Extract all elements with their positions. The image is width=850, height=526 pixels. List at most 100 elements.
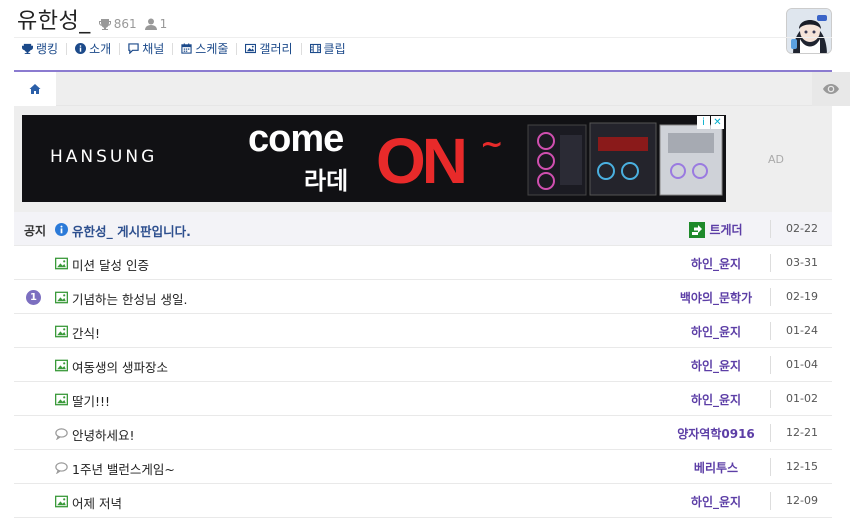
post-author-name: 양자역학0916 bbox=[677, 427, 755, 441]
ad-headline-radi: 라데 bbox=[304, 168, 349, 195]
ad-close-icon[interactable]: ✕ bbox=[711, 116, 724, 129]
menu-ranking[interactable]: 랭킹 bbox=[22, 41, 68, 56]
menu-about[interactable]: 소개 bbox=[75, 41, 121, 56]
ad-container: HANSUNG come 라데 ON ~ i ✕ AD bbox=[14, 106, 832, 212]
twitch-exit-icon bbox=[689, 221, 706, 238]
post-date: 02-22 bbox=[786, 222, 818, 235]
post-author-name: 하인_윤지 bbox=[690, 393, 742, 407]
post-author[interactable]: 하인_윤지 bbox=[654, 255, 778, 272]
post-title[interactable]: 기념하는 한성님 생일. bbox=[72, 289, 187, 308]
column-divider bbox=[770, 458, 771, 476]
ad-headline-come: come bbox=[248, 118, 344, 160]
post-author-name: 트게더 bbox=[709, 223, 743, 237]
eye-icon bbox=[823, 84, 839, 94]
calendar-icon bbox=[181, 43, 192, 54]
trophy-stat: 861 bbox=[98, 17, 137, 36]
post-author[interactable]: 하인_윤지 bbox=[654, 323, 778, 340]
post-author[interactable]: 하인_윤지 bbox=[654, 493, 778, 510]
post-title[interactable]: 유한성_ 게시판입니다. bbox=[72, 221, 191, 240]
user-stat: 1 bbox=[144, 17, 168, 36]
post-row[interactable]: 안녕하세요! 양자역학0916 12-21 bbox=[14, 416, 832, 450]
post-list: 공지 유한성_ 게시판입니다. 트게더 02-22 미션 달성 인증 하인_윤지… bbox=[14, 212, 832, 518]
post-row[interactable]: 1주년 밸런스게임~ 베리투스 12-15 bbox=[14, 450, 832, 484]
image-icon bbox=[54, 325, 68, 337]
post-date: 02-19 bbox=[786, 290, 818, 303]
post-row[interactable]: 간식! 하인_윤지 01-24 bbox=[14, 314, 832, 348]
chat-icon bbox=[54, 461, 68, 474]
post-date: 12-15 bbox=[786, 460, 818, 473]
channel-title[interactable]: 유한성_ bbox=[17, 8, 91, 36]
chat-icon bbox=[128, 43, 139, 54]
post-date: 01-04 bbox=[786, 358, 818, 371]
ad-brand: HANSUNG bbox=[50, 147, 158, 167]
post-author[interactable]: 트게더 bbox=[654, 221, 778, 238]
post-date: 12-09 bbox=[786, 494, 818, 507]
user-count: 1 bbox=[159, 17, 168, 31]
channel-header: 유한성_ 861 1 랭킹 소개 채널 스케줄 갤러리 클립 bbox=[0, 0, 850, 72]
post-author[interactable]: 백야의_문학가 bbox=[654, 289, 778, 306]
post-author[interactable]: 하인_윤지 bbox=[654, 391, 778, 408]
title-row: 유한성_ 861 1 bbox=[17, 8, 167, 36]
home-tab[interactable] bbox=[14, 72, 56, 106]
notice-badge: 공지 bbox=[24, 224, 47, 238]
post-type-icon bbox=[54, 324, 68, 338]
ad-banner[interactable]: HANSUNG come 라데 ON ~ i ✕ bbox=[22, 115, 726, 202]
post-title[interactable]: 딸기!!! bbox=[72, 391, 110, 410]
column-divider bbox=[770, 492, 771, 510]
post-row[interactable]: 1 기념하는 한성님 생일. 백야의_문학가 02-19 bbox=[14, 280, 832, 314]
post-title[interactable]: 1주년 밸런스게임~ bbox=[72, 459, 175, 478]
menu-ranking-label: 랭킹 bbox=[36, 41, 59, 56]
post-row[interactable]: 공지 유한성_ 게시판입니다. 트게더 02-22 bbox=[14, 212, 832, 246]
ad-info-icon[interactable]: i bbox=[697, 116, 710, 129]
ad-label: AD bbox=[768, 153, 784, 166]
post-row[interactable]: 어제 저녁 하인_윤지 12-09 bbox=[14, 484, 832, 518]
post-date: 01-24 bbox=[786, 324, 818, 337]
column-divider bbox=[770, 424, 771, 442]
image-icon bbox=[54, 257, 68, 269]
trophy-icon bbox=[22, 43, 33, 54]
column-divider bbox=[770, 356, 771, 374]
post-title[interactable]: 안녕하세요! bbox=[72, 425, 135, 444]
post-author-name: 백야의_문학가 bbox=[679, 291, 753, 305]
image-icon bbox=[54, 291, 68, 303]
post-title[interactable]: 어제 저녁 bbox=[72, 493, 122, 512]
post-title[interactable]: 미션 달성 인증 bbox=[72, 255, 149, 274]
post-type-icon bbox=[54, 358, 68, 372]
post-type-icon bbox=[54, 222, 68, 236]
menu-channel[interactable]: 채널 bbox=[128, 42, 174, 55]
ad-product-image bbox=[527, 122, 723, 196]
post-title[interactable]: 간식! bbox=[72, 323, 100, 342]
ad-info-controls: i ✕ bbox=[697, 116, 724, 129]
post-row[interactable]: 딸기!!! 하인_윤지 01-02 bbox=[14, 382, 832, 416]
post-row[interactable]: 미션 달성 인증 하인_윤지 03-31 bbox=[14, 246, 832, 280]
post-author[interactable]: 양자역학0916 bbox=[654, 425, 778, 442]
post-author-name: 하인_윤지 bbox=[690, 359, 742, 373]
menu-schedule[interactable]: 스케줄 bbox=[181, 41, 238, 56]
info-icon bbox=[54, 222, 68, 236]
image-icon bbox=[54, 495, 68, 507]
post-type-icon bbox=[54, 494, 68, 508]
post-author-name: 하인_윤지 bbox=[690, 325, 742, 339]
menu-clip[interactable]: 클립 bbox=[309, 43, 354, 55]
post-title[interactable]: 여동생의 생파장소 bbox=[72, 357, 168, 376]
view-toggle[interactable] bbox=[812, 72, 850, 106]
trophy-icon bbox=[98, 19, 111, 30]
film-icon bbox=[309, 43, 321, 54]
column-divider bbox=[770, 322, 771, 340]
column-divider bbox=[770, 288, 771, 306]
post-date: 03-31 bbox=[786, 256, 818, 269]
post-type-icon bbox=[54, 256, 68, 270]
ad-headline-on: ON bbox=[376, 125, 468, 197]
post-author[interactable]: 하인_윤지 bbox=[654, 357, 778, 374]
post-author[interactable]: 베리투스 bbox=[654, 459, 778, 476]
menu-schedule-label: 스케줄 bbox=[195, 41, 229, 56]
menu-about-label: 소개 bbox=[89, 41, 112, 56]
board-tabbar bbox=[14, 72, 850, 106]
channel-menu: 랭킹 소개 채널 스케줄 갤러리 클립 bbox=[14, 37, 832, 59]
post-row[interactable]: 여동생의 생파장소 하인_윤지 01-04 bbox=[14, 348, 832, 382]
column-divider bbox=[770, 220, 771, 238]
home-icon bbox=[29, 84, 41, 94]
post-date: 01-02 bbox=[786, 392, 818, 405]
menu-gallery[interactable]: 갤러리 bbox=[245, 42, 302, 55]
column-divider bbox=[770, 390, 771, 408]
